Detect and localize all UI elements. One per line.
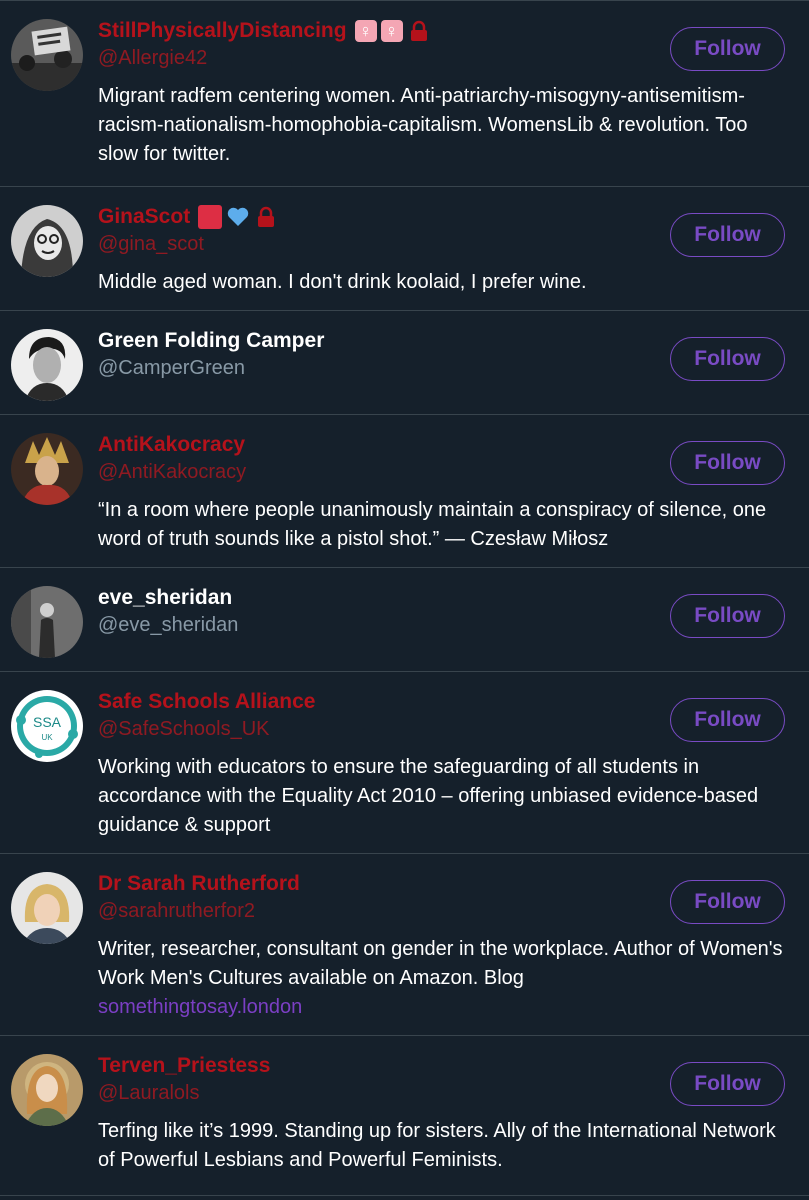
display-name[interactable]: Green Folding Camper	[98, 329, 324, 353]
user-cell[interactable]: GinaScot @gina_scot Middle aged woman. I…	[0, 187, 809, 311]
name-emoji	[198, 205, 278, 229]
display-name[interactable]: Dr Sarah Rutherford	[98, 872, 300, 896]
display-name[interactable]: Safe Schools Alliance	[98, 690, 315, 714]
follow-button[interactable]: Follow	[670, 213, 785, 257]
avatar[interactable]	[11, 329, 83, 401]
user-cell[interactable]: Green Folding Camper @CamperGreen Follow	[0, 311, 809, 415]
display-name[interactable]: eve_sheridan	[98, 586, 232, 610]
avatar-text: SSA	[33, 714, 62, 730]
avatar[interactable]	[11, 586, 83, 658]
avatar-subtext: UK	[41, 733, 53, 742]
avatar[interactable]	[11, 872, 83, 944]
user-cell[interactable]: AntiKakocracy @AntiKakocracy “In a room …	[0, 415, 809, 568]
user-cell[interactable]: SSA UK Safe Schools Alliance @SafeSchool…	[0, 672, 809, 854]
user-cell[interactable]: StillPhysicallyDistancing ♀ ♀ @Allergie4…	[0, 1, 809, 187]
follow-button[interactable]: Follow	[670, 698, 785, 742]
name-emoji: ♀ ♀	[354, 19, 431, 43]
avatar[interactable]	[11, 205, 83, 277]
follow-button[interactable]: Follow	[670, 337, 785, 381]
follow-button[interactable]: Follow	[670, 441, 785, 485]
follow-button[interactable]: Follow	[670, 27, 785, 71]
lock-icon	[410, 20, 427, 41]
user-bio: Writer, researcher, consultant on gender…	[98, 935, 788, 1022]
user-bio: Terfing like it’s 1999. Standing up for …	[98, 1120, 776, 1171]
avatar[interactable]	[11, 19, 83, 91]
avatar[interactable]	[11, 1054, 83, 1126]
follow-button[interactable]: Follow	[670, 1062, 785, 1106]
blue-heart-icon	[227, 207, 249, 226]
follow-button[interactable]: Follow	[670, 594, 785, 638]
user-cell[interactable]: Terven_Priestess @Lauralols Terfing like…	[0, 1036, 809, 1196]
bio-text: Writer, researcher, consultant on gender…	[98, 938, 783, 989]
display-name[interactable]: StillPhysicallyDistancing	[98, 19, 347, 43]
avatar[interactable]: SSA UK	[11, 690, 83, 762]
user-bio: “In a room where people unanimously main…	[98, 499, 767, 550]
follow-button[interactable]: Follow	[670, 880, 785, 924]
user-cell[interactable]: Dr Sarah Rutherford @sarahrutherfor2 Wri…	[0, 854, 809, 1036]
red-square-icon	[198, 205, 223, 229]
avatar[interactable]	[11, 433, 83, 505]
bio-link[interactable]: somethingtosay.london	[98, 996, 302, 1018]
user-bio: Migrant radfem centering women. Anti-pat…	[98, 85, 748, 165]
user-list: StillPhysicallyDistancing ♀ ♀ @Allergie4…	[0, 0, 809, 1196]
user-bio: Working with educators to ensure the saf…	[98, 756, 759, 836]
display-name[interactable]: Terven_Priestess	[98, 1054, 270, 1078]
display-name[interactable]: AntiKakocracy	[98, 433, 245, 457]
user-bio: Middle aged woman. I don't drink koolaid…	[98, 271, 587, 293]
display-name[interactable]: GinaScot	[98, 205, 190, 229]
female-sign-icon: ♀	[354, 20, 377, 42]
lock-icon	[258, 206, 275, 227]
female-sign-icon: ♀	[380, 20, 403, 42]
user-cell[interactable]: eve_sheridan @eve_sheridan Follow	[0, 568, 809, 672]
